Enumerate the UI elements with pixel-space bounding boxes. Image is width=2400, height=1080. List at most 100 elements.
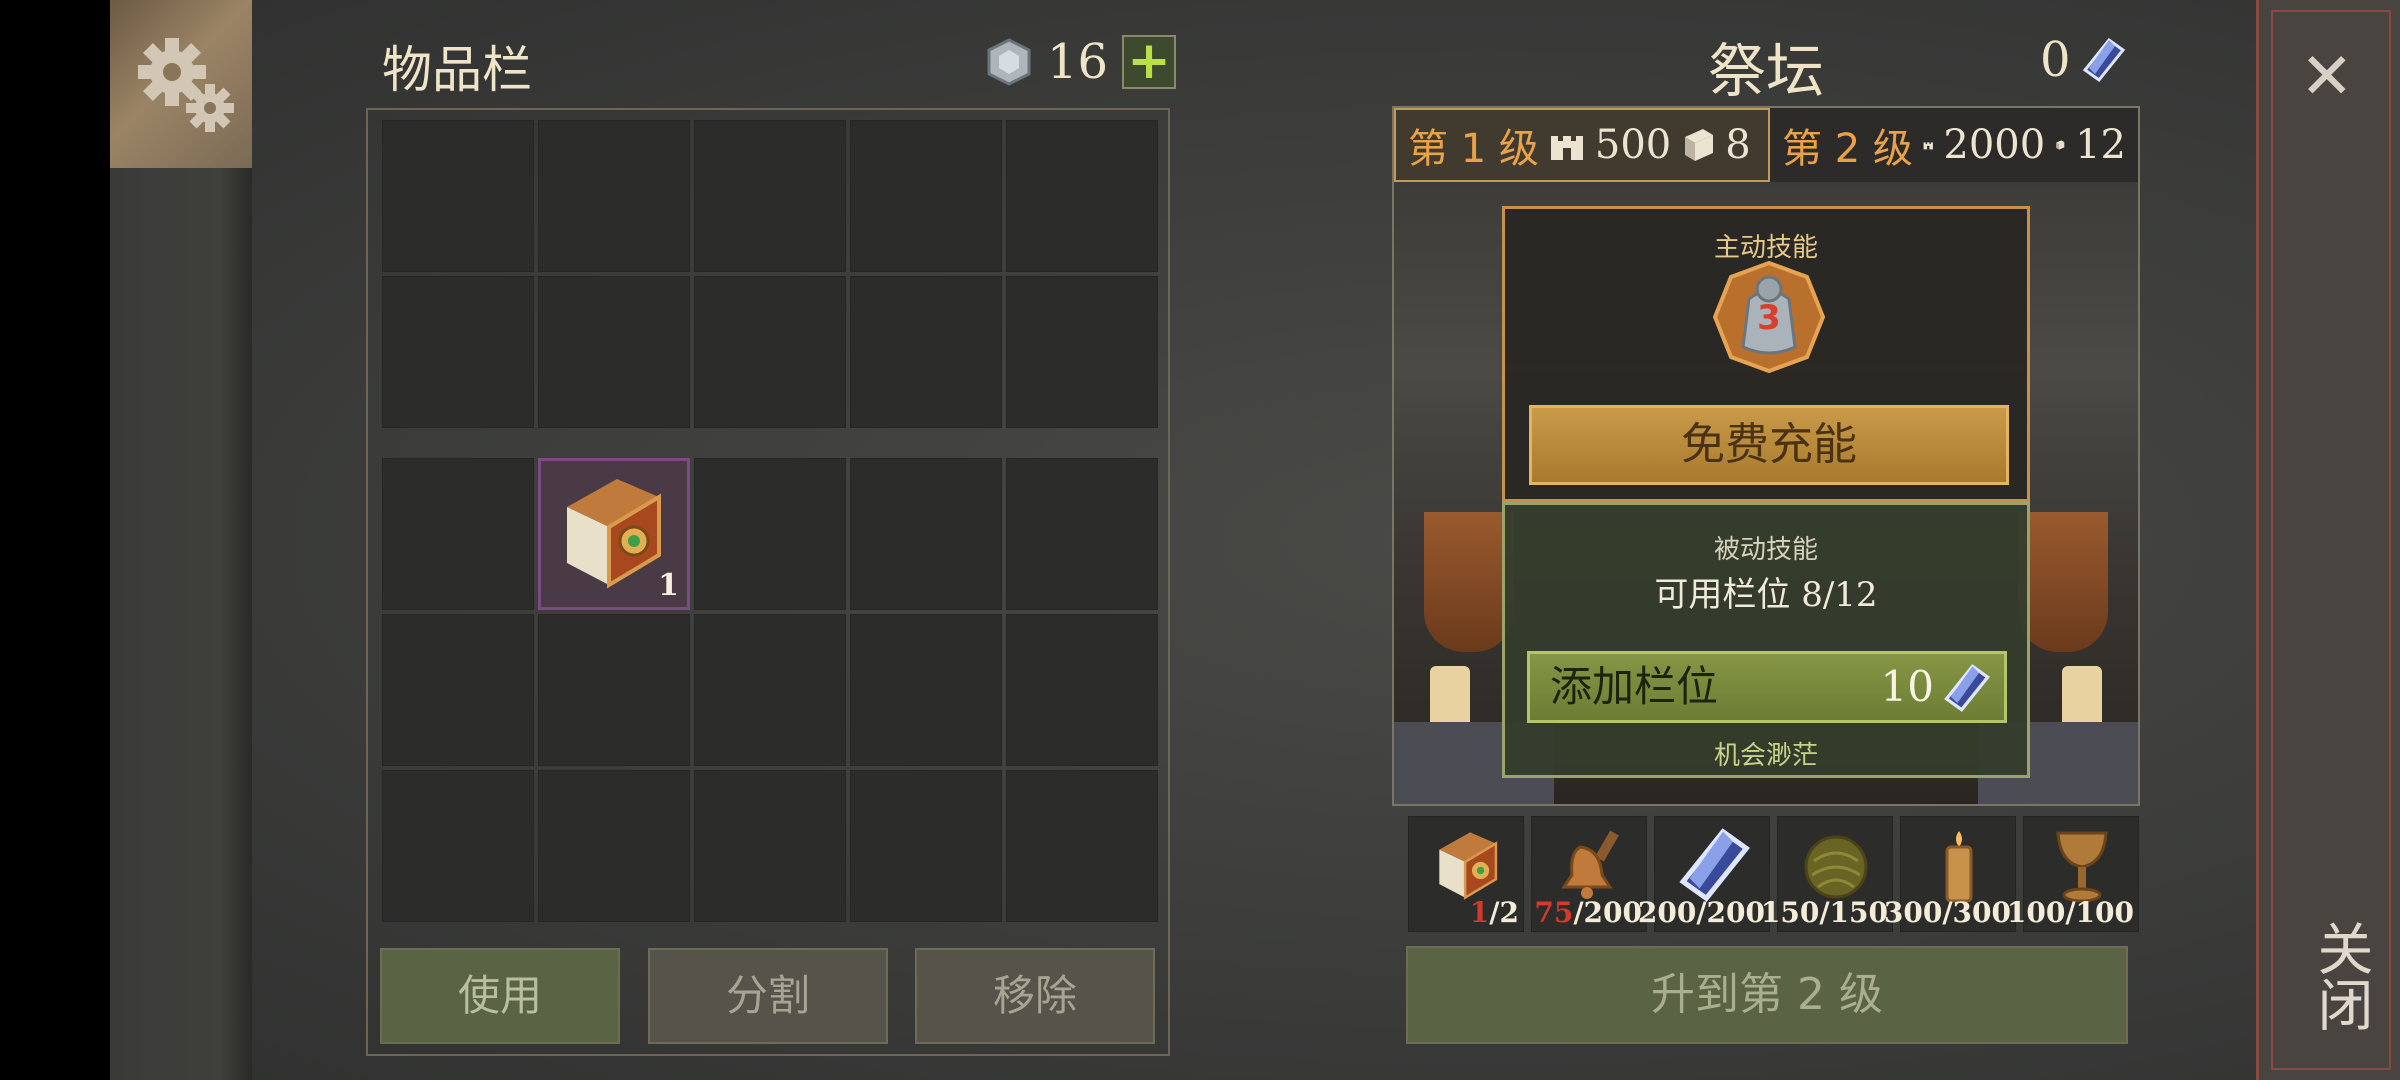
crystal-icon (1944, 664, 1991, 712)
use-button[interactable]: 使用 (380, 948, 620, 1044)
crystal-counter: 0 (2040, 32, 2127, 88)
inventory-slot[interactable] (538, 120, 690, 272)
gem-counter: 16 + (985, 34, 1177, 90)
resource-have: 100 (2006, 896, 2066, 929)
close-icon[interactable]: ✕ (2300, 40, 2354, 114)
add-slot-label: 添加栏位 (1550, 662, 1719, 711)
close-label[interactable]: 关闭 (2300, 920, 2381, 1032)
resource-need: /200 (1696, 896, 1765, 929)
resource-have: 1 (1469, 896, 1490, 929)
item-quantity: 1 (658, 568, 679, 603)
armor-skill-icon[interactable]: 3 (1711, 259, 1827, 375)
inventory-grid-bottom: 1 (382, 458, 1158, 922)
inventory-slot[interactable] (382, 120, 534, 272)
inventory-slot[interactable] (850, 120, 1002, 272)
inventory-grid-top (382, 120, 1158, 428)
inventory-slot[interactable] (1006, 276, 1158, 428)
candle-icon (1945, 831, 1973, 903)
crystal-icon (2082, 37, 2125, 83)
active-skill-box: 主动技能 3 免费充能 (1502, 206, 2030, 502)
resource-slot[interactable]: 300/300 (1884, 816, 2016, 932)
castle-icon (1923, 142, 1933, 150)
resource-slot[interactable]: 1/2 (1408, 816, 1524, 932)
goblet-icon (2056, 831, 2108, 903)
resource-need: /2 (1489, 896, 1519, 929)
resource-have: 150 (1760, 896, 1820, 929)
inventory-slot-spellbook[interactable]: 1 (538, 458, 690, 610)
resource-slot[interactable]: 100/100 (2007, 816, 2139, 932)
bell-icon (1561, 830, 1619, 899)
split-button[interactable]: 分割 (648, 948, 888, 1044)
resource-need: /150 (1819, 896, 1888, 929)
level-label: 第 2 级 (1782, 126, 1913, 172)
inventory-slot[interactable] (1006, 770, 1158, 922)
tome-icon (1685, 129, 1714, 161)
inventory-slot[interactable] (694, 276, 846, 428)
remove-button[interactable]: 移除 (915, 948, 1155, 1044)
resource-slot[interactable]: 200/200 (1638, 816, 1770, 932)
resource-need: /200 (1573, 896, 1642, 929)
crystal-icon (1679, 828, 1750, 902)
resource-requirements: 1/2 75/200 200/200 150/150 300/300 100/1… (1408, 816, 2139, 932)
resource-have: 300 (1883, 896, 1943, 929)
castle-icon (1550, 136, 1583, 160)
skill-level-number: 3 (1757, 298, 1781, 338)
available-slots-text: 可用栏位 8/12 (1654, 575, 1878, 615)
inventory-slot[interactable] (1006, 614, 1158, 766)
goblet-decoration (1424, 512, 1514, 652)
close-panel[interactable] (2256, 0, 2400, 1080)
level-tabs: 第 1 级 500 8 第 2 级 2000 12 (1394, 108, 2138, 182)
add-slot-cost: 10 (1880, 662, 1934, 711)
inventory-slot[interactable] (382, 458, 534, 610)
inventory-slot[interactable] (382, 614, 534, 766)
gem-count-value: 16 (1047, 34, 1109, 90)
level-label: 第 1 级 (1408, 126, 1539, 172)
inventory-slot[interactable] (850, 770, 1002, 922)
tome-requirement: 8 (1725, 122, 1751, 168)
altar-title: 祭坛 (1708, 37, 1825, 105)
resource-have: 75 (1534, 896, 1574, 929)
passive-skill-box: 被动技能 可用栏位 8/12 添加栏位 10 机会渺茫 (1502, 502, 2030, 778)
inventory-slot[interactable] (382, 770, 534, 922)
crystal-count-value: 0 (2040, 32, 2071, 88)
passive-skill-label: 被动技能 (1713, 535, 1818, 565)
resource-need: /300 (1942, 896, 2011, 929)
gear-icon (138, 38, 234, 132)
inventory-slot[interactable] (850, 458, 1002, 610)
inventory-slot[interactable] (694, 614, 846, 766)
inventory-slot[interactable] (850, 614, 1002, 766)
herb-ball-icon (1804, 835, 1868, 899)
add-slot-button[interactable]: 添加栏位 10 (1527, 651, 2007, 723)
inventory-slot[interactable] (538, 276, 690, 428)
add-gems-button[interactable]: + (1122, 35, 1177, 89)
castle-requirement: 2000 (1943, 122, 2046, 168)
inventory-slot[interactable] (1006, 458, 1158, 610)
tab-level-2[interactable]: 第 2 级 2000 12 (1770, 108, 2138, 182)
book-icon (1439, 832, 1498, 900)
inventory-slot[interactable] (382, 276, 534, 428)
silver-gem-icon (987, 38, 1031, 86)
resource-slot[interactable]: 150/150 (1761, 816, 1893, 932)
inventory-slot[interactable] (538, 614, 690, 766)
inventory-slot[interactable] (1006, 120, 1158, 272)
inventory-slot[interactable] (694, 458, 846, 610)
goblet-decoration (2018, 512, 2108, 652)
tome-icon (2056, 140, 2065, 150)
inventory-title: 物品栏 (382, 41, 532, 99)
settings-button[interactable] (110, 0, 252, 168)
chance-text: 机会渺茫 (1713, 741, 1818, 771)
upgrade-level-button[interactable]: 升到第 2 级 (1406, 946, 2128, 1044)
resource-have: 200 (1637, 896, 1697, 929)
inventory-slot[interactable] (538, 770, 690, 922)
tome-requirement: 12 (2075, 122, 2126, 168)
free-recharge-button[interactable]: 免费充能 (1529, 405, 2009, 485)
inventory-slot[interactable] (694, 770, 846, 922)
inventory-slot[interactable] (694, 120, 846, 272)
tab-level-1[interactable]: 第 1 级 500 8 (1394, 108, 1770, 182)
inventory-slot[interactable] (850, 276, 1002, 428)
resource-slot[interactable]: 75/200 (1531, 816, 1647, 932)
skill-panel: 主动技能 3 免费充能 被动技能 可用栏位 8/12 添加栏位 10 机会渺茫 (1502, 206, 2030, 778)
castle-requirement: 500 (1594, 122, 1672, 168)
resource-need: /100 (2065, 896, 2134, 929)
close-panel-border (2271, 10, 2391, 1070)
